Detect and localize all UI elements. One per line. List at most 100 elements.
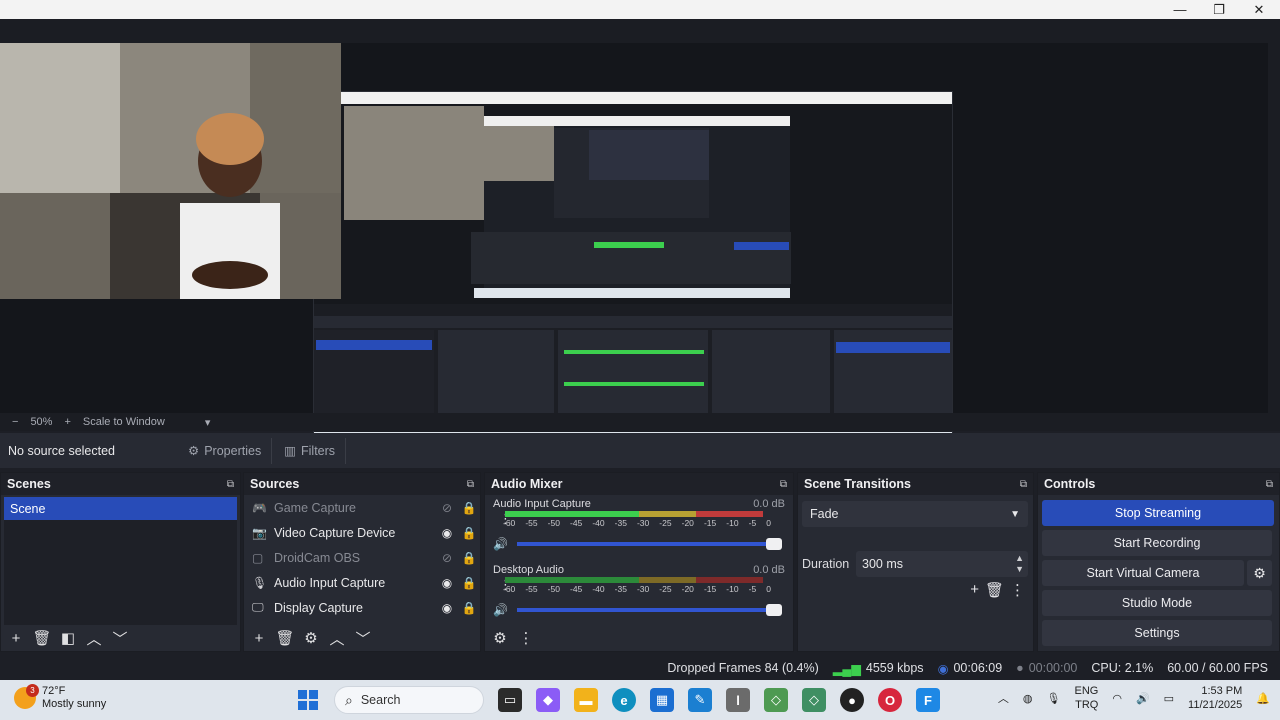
minimize-button[interactable]: — — [1160, 0, 1200, 19]
source-row[interactable]: ▢ DroidCam OBS ⊘ 🔒 — [244, 545, 480, 570]
duration-input[interactable]: 300 ms ▲ ▼ — [856, 551, 1028, 577]
properties-button[interactable]: ⚙ Properties — [178, 437, 273, 464]
zoom-in-button[interactable]: + — [64, 416, 70, 428]
volume-slider-handle[interactable] — [766, 604, 782, 616]
clock[interactable]: 1:53 PM 11/21/2025 — [1188, 684, 1242, 712]
start-recording-button[interactable]: Start Recording — [1042, 530, 1272, 556]
chevron-down-icon[interactable]: ▾ — [205, 416, 211, 429]
stop-streaming-button[interactable]: Stop Streaming — [1042, 500, 1274, 526]
restore-button[interactable]: ❐ — [1199, 0, 1239, 19]
zoom-out-button[interactable]: − — [12, 416, 18, 428]
mixer-channel: Audio Input Capture 0.0 dB ⋮ -60 -55 -50… — [485, 495, 793, 561]
obs-icon[interactable]: ● — [840, 688, 864, 712]
move-scene-up-button[interactable]: ︿ — [83, 627, 105, 649]
battery-icon[interactable]: ▭ — [1164, 692, 1174, 705]
lock-icon[interactable]: 🔒 — [458, 501, 480, 515]
scene-filters-button[interactable]: ◧ — [57, 627, 79, 649]
source-row[interactable]: 📷 Video Capture Device ◉ 🔒 — [244, 520, 480, 545]
eye-hidden-icon[interactable]: ⊘ — [436, 551, 458, 565]
preview-canvas[interactable] — [0, 43, 1268, 452]
undock-icon[interactable]: ⧉ — [1020, 479, 1027, 490]
eye-icon[interactable]: ◉ — [436, 601, 458, 615]
undock-icon[interactable]: ⧉ — [227, 479, 234, 490]
studio-mode-button[interactable]: Studio Mode — [1042, 590, 1272, 616]
audio-mixer-body: Audio Input Capture 0.0 dB ⋮ -60 -55 -50… — [485, 495, 793, 625]
eye-icon[interactable]: ◉ — [436, 526, 458, 540]
notifications-icon[interactable]: 🔔 — [1256, 692, 1270, 705]
source-row[interactable]: 🎙 Audio Input Capture ◉ 🔒 — [244, 570, 480, 595]
opera-icon[interactable]: O — [878, 688, 902, 712]
eye-hidden-icon[interactable]: ⊘ — [436, 501, 458, 515]
chevron-down-icon[interactable]: ▼ — [1015, 564, 1024, 575]
scale-mode-select[interactable]: Scale to Window — [83, 416, 165, 428]
volume-slider-handle[interactable] — [766, 538, 782, 550]
start-virtual-camera-button[interactable]: Start Virtual Camera — [1042, 560, 1244, 586]
undock-icon[interactable]: ⧉ — [467, 479, 474, 490]
chevron-up-icon[interactable]: ︿ — [998, 690, 1009, 706]
advanced-audio-button[interactable]: ⚙ — [489, 627, 511, 649]
live-icon[interactable]: l — [726, 688, 750, 712]
remove-source-button[interactable]: 🗑 — [274, 627, 296, 649]
network-app-icon[interactable]: ◍ — [1023, 692, 1033, 705]
volume-icon[interactable]: 🔊 — [1136, 692, 1150, 705]
scenes-list[interactable]: Scene — [4, 497, 237, 625]
controls-title: Controls — [1044, 477, 1096, 491]
remove-scene-button[interactable]: 🗑 — [31, 627, 53, 649]
file-explorer-icon[interactable]: ▬ — [574, 688, 598, 712]
gem2-icon[interactable]: ◇ — [802, 688, 826, 712]
trash-icon[interactable]: 🗑 — [985, 581, 1004, 599]
speaker-icon[interactable]: 🔊 — [493, 603, 511, 617]
windows-start-icon[interactable] — [296, 688, 320, 712]
duration-spinner[interactable]: ▲ ▼ — [1015, 553, 1024, 575]
microphone-icon: 🎙 — [252, 575, 268, 590]
source-properties-button[interactable]: ⚙ — [300, 627, 322, 649]
move-source-up-button[interactable]: ︿ — [326, 627, 348, 649]
cpu-usage: CPU: 2.1% — [1091, 661, 1154, 675]
eye-icon[interactable]: ◉ — [436, 576, 458, 590]
gem-icon[interactable]: ◇ — [764, 688, 788, 712]
task-view-icon[interactable]: ▭ — [498, 688, 522, 712]
wifi-icon[interactable]: ◠ — [1112, 692, 1122, 705]
add-source-button[interactable]: + — [248, 627, 270, 649]
source-row[interactable]: 🖵 Display Capture ◉ 🔒 — [244, 595, 480, 620]
more-vertical-icon[interactable]: ⋮ — [1010, 581, 1025, 599]
dropped-frames: Dropped Frames 84 (0.4%) — [667, 661, 819, 675]
move-source-down-button[interactable]: ﹀ — [352, 627, 374, 649]
lock-icon[interactable]: 🔒 — [458, 526, 480, 540]
app-f-icon[interactable]: F — [916, 688, 940, 712]
lock-icon[interactable]: 🔒 — [458, 601, 480, 615]
language-indicator[interactable]: ENG TRQ — [1074, 684, 1098, 712]
scenes-title: Scenes — [7, 477, 51, 491]
sources-title: Sources — [250, 477, 300, 491]
zoom-value: 50% — [30, 416, 53, 428]
weather-widget[interactable]: 3 72°F Mostly sunny — [14, 684, 106, 711]
chevron-up-icon[interactable]: ▲ — [1015, 553, 1024, 564]
preview-scrollbar[interactable] — [1268, 43, 1280, 413]
filters-button[interactable]: ▥ Filters — [274, 437, 347, 464]
app-icon[interactable]: ✎ — [688, 688, 712, 712]
settings-button[interactable]: Settings — [1042, 620, 1272, 646]
lock-icon[interactable]: 🔒 — [458, 576, 480, 590]
volume-slider[interactable] — [517, 538, 782, 550]
store-icon[interactable]: ▦ — [650, 688, 674, 712]
source-row[interactable]: 🎮 Game Capture ⊘ 🔒 — [244, 495, 480, 520]
mixer-menu-button[interactable]: ⋮ — [515, 627, 537, 649]
plus-icon[interactable]: + — [970, 581, 979, 599]
virtual-camera-settings-button[interactable]: ⚙ — [1247, 560, 1272, 586]
microphone-icon[interactable]: 🎙 — [1047, 692, 1061, 705]
transition-select[interactable]: Fade ▼ — [802, 501, 1028, 527]
add-scene-button[interactable]: + — [5, 627, 27, 649]
move-scene-down-button[interactable]: ﹀ — [109, 627, 131, 649]
close-button[interactable]: ✕ — [1239, 0, 1279, 19]
volume-slider[interactable] — [517, 604, 782, 616]
undock-icon[interactable]: ⧉ — [780, 479, 787, 490]
copilot-icon[interactable]: ◆ — [536, 688, 560, 712]
undock-icon[interactable]: ⧉ — [1266, 479, 1273, 490]
lock-icon[interactable]: 🔒 — [458, 551, 480, 565]
tick-label: -50 — [547, 518, 560, 528]
scene-item[interactable]: Scene — [4, 497, 237, 520]
edge-icon[interactable]: e — [612, 688, 636, 712]
speaker-icon[interactable]: 🔊 — [493, 537, 511, 551]
notification-badge: 3 — [26, 684, 39, 697]
taskbar-search[interactable]: ⌕ Search — [334, 686, 484, 714]
